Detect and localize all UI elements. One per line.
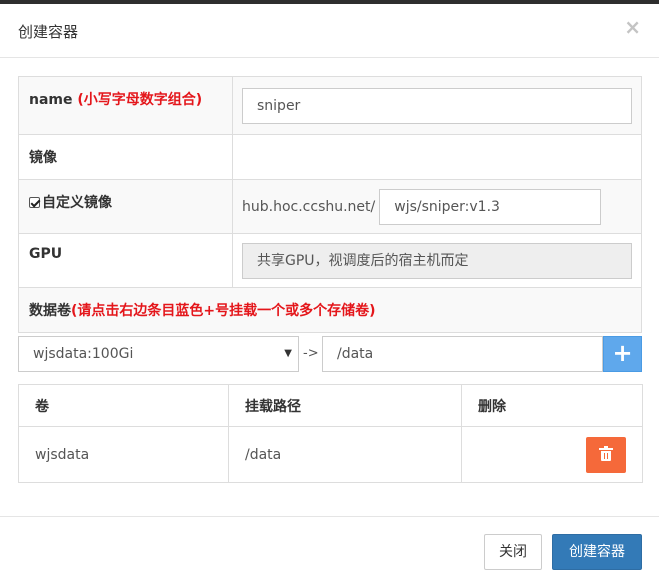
name-label-cell: name (小写字母数字组合) [18, 76, 233, 135]
form-row-gpu: GPU 共享GPU，视调度后的宿主机而定 [18, 233, 642, 288]
volume-label: 数据卷 [29, 303, 71, 319]
container-form: name (小写字母数字组合) sniper 镜像 自定义镜像 hub.hoc.… [18, 76, 642, 333]
row-volume: wjsdata [18, 426, 229, 483]
custom-mirror-group: hub.hoc.ccshu.net/ wjs/sniper:v1.3 [233, 180, 641, 225]
dialog-header: 创建容器 × [0, 4, 659, 58]
trash-icon [599, 445, 613, 462]
plus-icon: + [612, 339, 633, 367]
form-row-mirror: 镜像 [18, 134, 642, 180]
mirror-value-cell [232, 134, 642, 180]
volume-select[interactable]: wjsdata:100Gi ▼ [18, 336, 299, 372]
add-volume-button[interactable]: + [603, 336, 642, 372]
volumes-table: 卷 挂载路径 删除 wjsdata /data [18, 384, 643, 483]
caret-down-icon: ▼ [284, 348, 292, 359]
delete-volume-button[interactable] [586, 436, 626, 473]
mirror-label: 镜像 [18, 134, 233, 180]
gpu-input: 共享GPU，视调度后的宿主机而定 [242, 243, 632, 279]
header-volume: 卷 [18, 384, 229, 427]
row-delete-cell [461, 426, 643, 483]
close-button[interactable]: 关闭 [484, 534, 542, 570]
custom-mirror-checkbox[interactable] [29, 197, 40, 208]
create-container-button[interactable]: 创建容器 [552, 534, 642, 570]
registry-prefix: hub.hoc.ccshu.net/ [242, 199, 376, 215]
table-row: wjsdata /data [18, 426, 643, 483]
volume-hint: (请点击右边条目蓝色+号挂载一个或多个存储卷) [71, 303, 376, 319]
volumes-table-header: 卷 挂载路径 删除 [18, 384, 643, 427]
form-row-volumes: 数据卷(请点击右边条目蓝色+号挂载一个或多个存储卷) [18, 287, 642, 333]
mount-path-input[interactable]: /data [322, 336, 603, 372]
name-hint: (小写字母数字组合) [77, 92, 203, 108]
gpu-label: GPU [18, 233, 233, 288]
gpu-input-cell: 共享GPU，视调度后的宿主机而定 [232, 233, 642, 288]
volume-select-value: wjsdata:100Gi [33, 346, 134, 362]
create-container-dialog: 创建容器 × name (小写字母数字组合) sniper 镜像 自定义镜像 h… [0, 4, 659, 585]
dialog-footer: 关闭 创建容器 [0, 516, 659, 585]
custom-mirror-label: 自定义镜像 [42, 195, 112, 211]
custom-mirror-input-cell: hub.hoc.ccshu.net/ wjs/sniper:v1.3 [232, 179, 642, 234]
header-delete: 删除 [461, 384, 643, 427]
header-mount-path: 挂载路径 [228, 384, 462, 427]
row-mount-path: /data [228, 426, 462, 483]
form-row-custom-mirror: 自定义镜像 hub.hoc.ccshu.net/ wjs/sniper:v1.3 [18, 179, 642, 234]
volume-label-cell: 数据卷(请点击右边条目蓝色+号挂载一个或多个存储卷) [18, 287, 642, 333]
mount-arrow: -> [303, 346, 319, 361]
image-input[interactable]: wjs/sniper:v1.3 [379, 189, 602, 225]
close-icon[interactable]: × [624, 17, 641, 37]
dialog-title: 创建容器 [18, 23, 79, 41]
name-input[interactable]: sniper [242, 88, 632, 124]
name-input-cell: sniper [232, 76, 642, 135]
name-label: name [29, 92, 73, 108]
form-row-name: name (小写字母数字组合) sniper [18, 76, 642, 135]
custom-mirror-label-cell: 自定义镜像 [18, 179, 233, 234]
